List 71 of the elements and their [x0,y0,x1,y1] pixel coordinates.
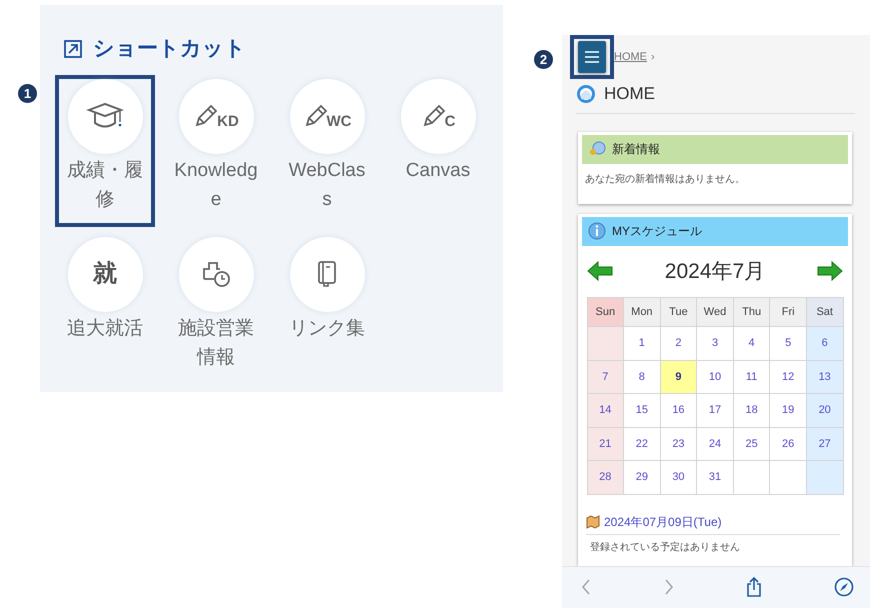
calendar-day[interactable]: 16 [660,394,697,427]
map-icon [586,514,600,528]
weekday-header: Tue [660,298,697,326]
previous-month-arrow[interactable] [586,259,614,284]
calendar-day[interactable]: 28 [587,460,624,494]
breadcrumb-link[interactable]: HOME [614,48,647,66]
card-message: あなた宛の新着情報はありません。 [584,172,746,186]
callout-marker: 2 [534,50,553,69]
calendar-day[interactable]: 3 [696,326,734,360]
glyph-icon: 就 [93,256,117,292]
calendar-day[interactable]: 24 [696,427,734,460]
calendar-day[interactable]: 6 [806,326,843,360]
calendar-day[interactable]: 31 [696,460,734,494]
calendar-day[interactable]: 5 [770,326,806,360]
calendar-day[interactable]: 18 [733,394,770,427]
calendar-day[interactable]: 10 [696,360,734,394]
date-link[interactable]: 2024年07月09日(Tue) [604,512,722,530]
shortcut-item[interactable]: 就 追大就活 [55,232,155,384]
breadcrumb-separator: › [651,50,655,65]
calendar-day[interactable]: 13 [806,360,843,394]
menu-icon [584,51,600,63]
building-clock-icon [200,259,232,289]
calendar-day[interactable]: 29 [624,460,660,494]
info-icon [588,222,606,240]
calendar-day[interactable]: 11 [733,360,770,394]
month-title: 2024年7月 [664,258,766,284]
shortcut-item[interactable]: リンク集 [277,232,377,384]
calendar-day[interactable]: 9 [660,360,697,394]
weekday-header: Sat [806,298,843,326]
next-month-arrow[interactable] [816,259,844,284]
calendar-day[interactable]: 25 [733,427,770,460]
card-title: MYスケジュール [612,223,702,240]
calendar-day[interactable]: 23 [660,427,697,460]
calendar-day[interactable]: 4 [733,326,770,360]
weekday-header: Wed [696,298,734,326]
calendar-day[interactable]: 8 [624,360,660,394]
shortcut-item[interactable]: WC WebClass [277,74,377,226]
calendar-day[interactable]: 20 [806,394,843,427]
notebook-icon [315,259,339,289]
calendar-day[interactable]: 12 [770,360,806,394]
shortcut-item[interactable]: 施設営業情報 [166,232,266,384]
calendar-day[interactable]: 26 [770,427,806,460]
card-title: 新着情報 [612,141,660,158]
page-heading: HOME [604,83,655,105]
weekday-header: Fri [770,298,806,326]
shortcut-item[interactable]: 成績・履修 [55,74,155,226]
calendar-day[interactable]: 2 [660,326,697,360]
calendar-day[interactable]: 15 [624,394,660,427]
panel-title: ショートカット [93,36,246,62]
shortcut-icon [63,38,83,59]
calendar-day[interactable]: 30 [660,460,697,494]
calendar-day[interactable]: 1 [624,326,660,360]
calendar-day[interactable]: 27 [806,427,843,460]
calendar-day[interactable]: 14 [587,394,624,427]
share-button[interactable] [745,576,764,598]
home-icon [576,84,596,104]
weekday-header: Sun [587,298,624,326]
no-events-message: 登録されている予定はありません [590,540,741,554]
compass-button[interactable] [834,577,854,598]
weekday-header: Mon [624,298,660,326]
calendar-day[interactable]: 22 [624,427,660,460]
calendar-day[interactable]: 21 [587,427,624,460]
shortcut-item[interactable]: C Canvas [388,74,488,226]
calendar-day[interactable]: 19 [770,394,806,427]
menu-button[interactable] [578,41,606,73]
calendar-day[interactable]: 7 [587,360,624,394]
news-icon [588,141,606,157]
weekday-header: Thu [733,298,770,326]
calendar-day[interactable]: 17 [696,394,734,427]
callout-marker: 1 [18,84,37,103]
shortcut-item[interactable]: KD Knowledge [166,74,266,226]
